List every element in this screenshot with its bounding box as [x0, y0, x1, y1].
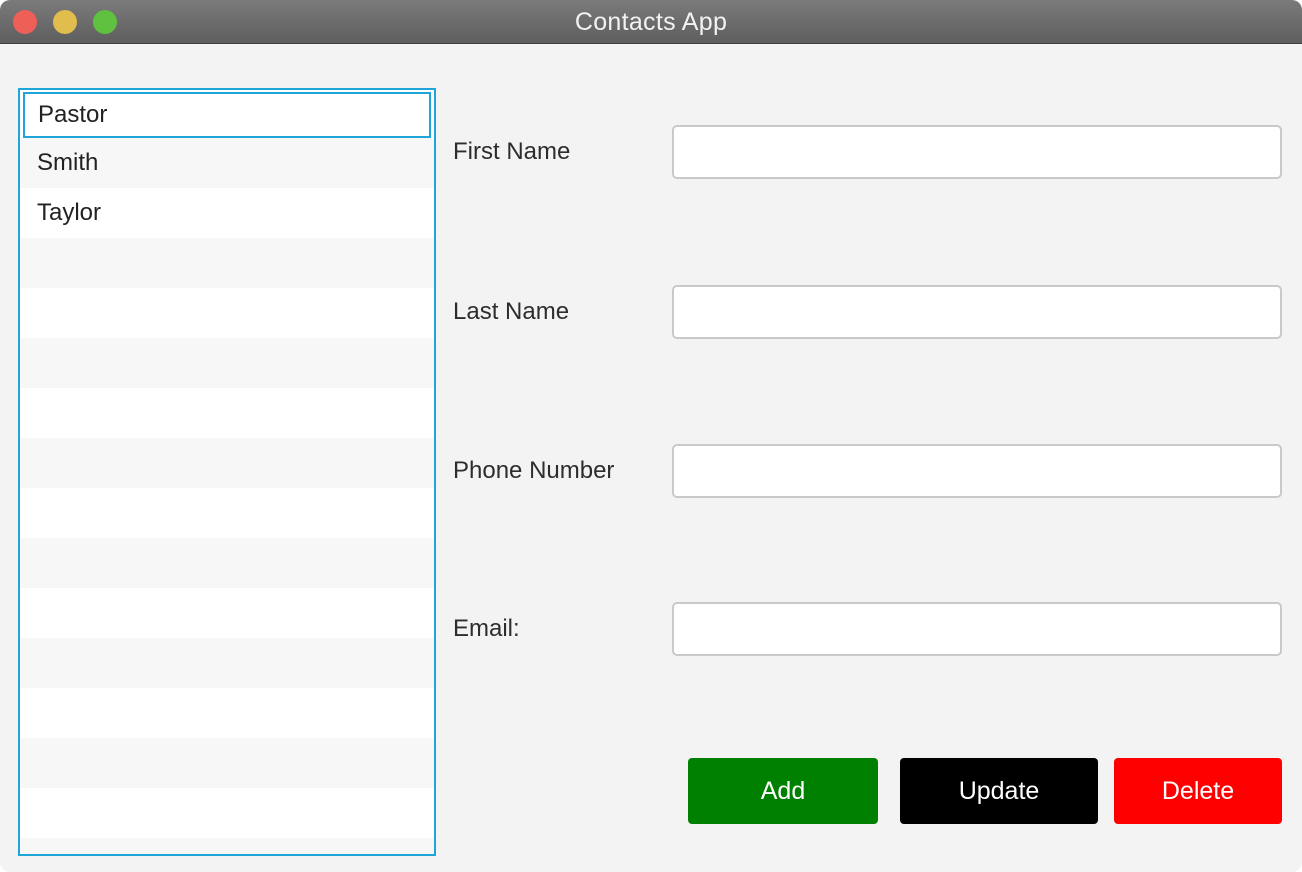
first-name-field[interactable]	[672, 125, 1282, 179]
empty-list-row	[20, 788, 434, 838]
first-name-label: First Name	[453, 138, 571, 165]
list-item[interactable]: Taylor	[20, 188, 434, 238]
title-bar[interactable]: Contacts App	[0, 0, 1302, 44]
update-button[interactable]: Update	[900, 758, 1098, 824]
phone-number-field[interactable]	[672, 444, 1282, 498]
add-button[interactable]: Add	[688, 758, 878, 824]
empty-list-row	[20, 738, 434, 788]
empty-list-row	[20, 538, 434, 588]
empty-list-row	[20, 638, 434, 688]
last-name-label: Last Name	[453, 298, 570, 325]
empty-list-row	[20, 388, 434, 438]
empty-list-row	[20, 238, 434, 288]
email-label: Email:	[453, 615, 520, 642]
empty-list-row	[20, 838, 434, 854]
empty-list-row	[20, 488, 434, 538]
list-item[interactable]: Pastor	[23, 92, 431, 138]
phone-number-label: Phone Number	[453, 457, 615, 484]
window-title: Contacts App	[574, 8, 728, 36]
app-window: Contacts App Pastor Smith Taylor First N…	[0, 0, 1302, 872]
list-item[interactable]: Smith	[20, 138, 434, 188]
contacts-list[interactable]: Pastor Smith Taylor	[18, 88, 436, 856]
empty-list-row	[20, 438, 434, 488]
email-field[interactable]	[672, 602, 1282, 656]
empty-list-row	[20, 288, 434, 338]
empty-list-row	[20, 588, 434, 638]
empty-list-row	[20, 688, 434, 738]
last-name-field[interactable]	[672, 285, 1282, 339]
delete-button[interactable]: Delete	[1114, 758, 1282, 824]
empty-list-row	[20, 338, 434, 388]
